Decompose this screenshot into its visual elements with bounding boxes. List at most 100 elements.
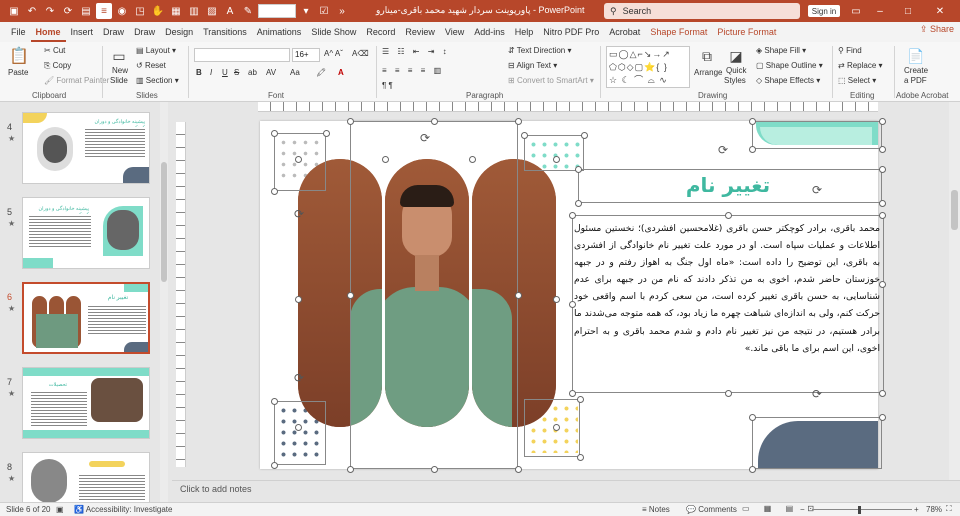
change-case-button[interactable]: Aa [290,68,300,77]
dropdown-chevron-icon[interactable]: ▾ [298,3,314,19]
view-buttons[interactable]: ▭ ▦ ▤ ⊡ [742,504,820,513]
pdf-label[interactable]: a PDF [904,76,927,85]
slide-canvas[interactable]: ⟳ ⟳ ⟳ ⟳ ⟳ ⟳ تغییر نام محمد باقری، برادر … [260,118,886,473]
textbox-icon[interactable]: A [222,3,238,19]
resize-handle[interactable] [749,146,756,153]
resize-handle[interactable] [577,396,584,403]
resize-handle[interactable] [879,414,886,421]
notes-pane[interactable] [172,480,960,500]
shadow-button[interactable]: ab [248,68,257,77]
tab-slide-show[interactable]: Slide Show [306,22,361,42]
thumbnail-slide-5[interactable]: 5 ★ پیشینه خانوادگی و دوران کودکی [0,197,160,277]
thumbnail-preview[interactable]: پیشینه خانوادگی و دوران کودکی [22,197,150,269]
resize-handle[interactable] [581,132,588,139]
tab-review[interactable]: Review [400,22,440,42]
thumbnail-slide-8[interactable]: 8 ★ [0,452,160,502]
quick-styles-icon[interactable]: ◪ [726,46,746,66]
find-button[interactable]: ⚲ Find [838,46,862,55]
text-direction-button[interactable]: ⇵ Text Direction ▾ [508,46,572,55]
resize-handle[interactable] [553,296,560,303]
tab-view[interactable]: View [440,22,469,42]
resize-handle[interactable] [271,462,278,469]
redo-icon[interactable]: ↷ [42,3,58,19]
rotate-handle-icon[interactable]: ⟳ [420,131,430,145]
minimize-icon[interactable]: – [870,2,890,20]
resize-handle[interactable] [575,200,582,207]
resize-handle[interactable] [879,166,886,173]
notes-placeholder[interactable]: Click to add notes [180,484,252,494]
font-size-input[interactable]: 16+ [292,48,320,62]
search-input[interactable]: ⚲ Search [604,3,800,19]
thumbnail-slide-6[interactable]: 6 ★ تغییر نام [0,282,160,362]
sign-in-button[interactable]: Sign in [808,5,840,17]
clear-format-icon[interactable]: A⌫ [352,49,369,58]
quick-styles-label[interactable]: Quick [726,66,746,75]
shapes-gallery[interactable]: ▭◯△⌐↘→↗ ⬠⬡◇▢⭐{ } ☆ ☾ ⌒ ⌓ ∿ [606,46,690,88]
thumbnail-preview[interactable] [22,452,150,502]
resize-handle[interactable] [553,424,560,431]
tab-help[interactable]: Help [510,22,539,42]
tab-picture-format[interactable]: Picture Format [712,22,781,42]
italic-button[interactable]: I [210,68,212,77]
resize-handle[interactable] [577,454,584,461]
image-icon[interactable]: ▨ [204,3,220,19]
resize-handle[interactable] [515,118,522,125]
table-icon[interactable]: ▦ [168,3,184,19]
share-button[interactable]: ⇪ Share [920,24,954,35]
styles-label[interactable]: Styles [724,76,746,85]
undo-icon[interactable]: ↶ [24,3,40,19]
tab-record[interactable]: Record [361,22,400,42]
font-name-input[interactable] [194,48,290,62]
touch-icon[interactable]: ✋ [150,3,166,19]
resize-handle[interactable] [382,156,389,163]
resize-handle[interactable] [431,466,438,473]
resize-handle[interactable] [725,212,732,219]
resize-handle[interactable] [515,292,522,299]
thumbnail-slide-4[interactable]: 4 ★ پیشینه خانوادگی و دوران کودکی [0,112,160,192]
slide-label[interactable]: Slide [110,76,128,85]
resize-handle[interactable] [347,118,354,125]
align-text-button[interactable]: ⊟ Align Text ▾ [508,61,557,70]
tab-acrobat[interactable]: Acrobat [604,22,645,42]
resize-handle[interactable] [879,146,886,153]
resize-handle[interactable] [575,166,582,173]
zoom-slider[interactable] [812,509,912,510]
tab-transitions[interactable]: Transitions [198,22,252,42]
resize-handle[interactable] [271,188,278,195]
shapes-icon[interactable]: ◳ [132,3,148,19]
new-slide-icon[interactable]: ▭ [110,46,128,66]
resize-handle[interactable] [469,156,476,163]
resize-handle[interactable] [879,118,886,125]
paint-icon[interactable]: ✎ [240,3,256,19]
list-buttons[interactable]: ☰ ☷ ⇤ ⇥ ↕ [382,47,450,56]
highlight-icon[interactable]: 🖍 [316,68,326,77]
rotate-handle-icon[interactable]: ⟳ [294,371,304,385]
tab-insert[interactable]: Insert [66,22,99,42]
zoom-out-icon[interactable]: − [800,505,805,514]
grow-font-icon[interactable]: A^ Aˇ [324,49,343,58]
more-icon[interactable]: » [334,3,350,19]
resize-handle[interactable] [295,424,302,431]
copy-button[interactable]: ⎘ Copy [44,61,71,71]
char-spacing-button[interactable]: AV [266,68,276,77]
resize-handle[interactable] [515,466,522,473]
accessibility-status[interactable]: ♿ Accessibility: Investigate [74,505,172,514]
save-icon[interactable]: ▣ [6,3,22,19]
arrange-button[interactable]: Arrange [694,68,722,77]
resize-handle[interactable] [271,130,278,137]
create-pdf-icon[interactable]: 📄 [906,46,926,66]
bold-button[interactable]: B [196,68,202,77]
underline-button[interactable]: U [222,68,228,77]
reset-button[interactable]: ↺ Reset [136,61,166,70]
resize-handle[interactable] [749,118,756,125]
select-button[interactable]: ⬚ Select ▾ [838,76,876,85]
tab-shape-format[interactable]: Shape Format [645,22,712,42]
close-icon[interactable]: ✕ [930,2,950,20]
resize-handle[interactable] [295,296,302,303]
new-slide-label[interactable]: New [112,66,128,75]
rtl-buttons[interactable]: ¶ ¶ [382,81,393,90]
rotate-handle-icon[interactable]: ⟳ [294,207,304,221]
resize-handle[interactable] [521,132,528,139]
tab-home[interactable]: Home [30,22,66,42]
zoom-in-icon[interactable]: + [914,505,919,514]
